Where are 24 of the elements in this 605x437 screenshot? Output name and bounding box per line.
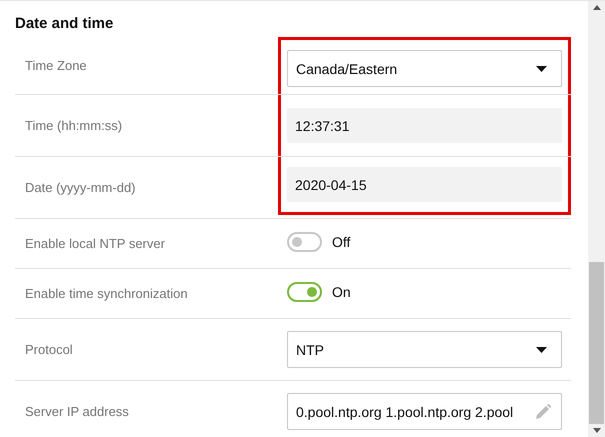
readonly-field: 12:37:31 — [287, 108, 562, 143]
scroll-down-icon[interactable] — [592, 428, 600, 433]
readonly-field: 2020-04-15 — [287, 167, 562, 202]
field-label: Time (hh:mm:ss) — [24, 118, 124, 133]
caret-icon — [536, 66, 547, 72]
scrollbar[interactable] — [588, 1, 605, 437]
field-label: Time Zone — [24, 58, 88, 73]
pencil-icon[interactable] — [535, 404, 551, 420]
field-label: Date (yyyy-mm-dd) — [24, 180, 137, 195]
field-label: Enable time synchronization — [24, 286, 189, 301]
caret-icon — [536, 346, 547, 352]
scroll-up-icon[interactable] — [592, 5, 600, 10]
field-label: Protocol — [24, 342, 74, 357]
dropdown[interactable]: Canada/Eastern — [287, 50, 562, 87]
section-title: Date and time — [15, 14, 114, 34]
dropdown[interactable]: NTP — [287, 331, 562, 368]
toggle-state: Off — [332, 234, 350, 250]
toggle-state: On — [332, 284, 351, 300]
scrollbar-thumb[interactable] — [589, 262, 604, 424]
field-label: Server IP address — [24, 404, 130, 419]
field-label: Enable local NTP server — [24, 236, 166, 251]
input-field[interactable]: 0.pool.ntp.org 1.pool.ntp.org 2.pool — [287, 393, 562, 430]
toggle-switch[interactable] — [287, 232, 322, 252]
toggle-switch[interactable] — [287, 282, 322, 302]
